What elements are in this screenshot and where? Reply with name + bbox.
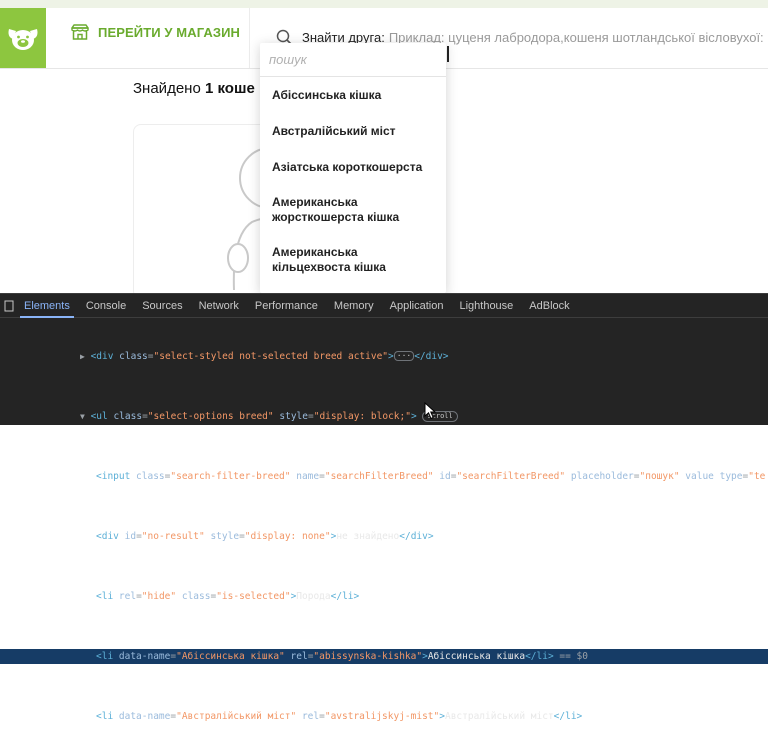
breed-option[interactable]: Австралійський міст xyxy=(260,113,446,149)
dock-icon[interactable] xyxy=(2,294,16,318)
devtools-panel: Elements Console Sources Network Perform… xyxy=(0,293,768,722)
store-icon xyxy=(71,24,89,40)
breed-option[interactable]: Американська жорсткошерста кішка xyxy=(260,185,446,235)
dom-tree: ▶ <div class="select-styled not-selected… xyxy=(0,318,768,754)
search-placeholder[interactable]: Приклад: цуценя лабродора,кошеня шотланд… xyxy=(389,30,764,45)
devtools-tabbar: Elements Console Sources Network Perform… xyxy=(0,294,768,318)
text-caret xyxy=(447,46,449,62)
dom-node[interactable]: <input class="search-filter-breed" name=… xyxy=(0,469,768,484)
tab-performance[interactable]: Performance xyxy=(247,294,326,318)
tab-adblock[interactable]: AdBlock xyxy=(521,294,577,318)
header-separator xyxy=(249,8,250,68)
breed-options: Абіссинська кішка Австралійський міст Аз… xyxy=(260,77,446,285)
results-count: Знайдено 1 коше xyxy=(133,80,255,97)
top-strip xyxy=(0,0,768,8)
site-logo[interactable] xyxy=(0,8,46,68)
breed-search-input[interactable] xyxy=(269,52,439,67)
results-count-value: 1 коше xyxy=(204,80,255,97)
breed-dropdown[interactable]: Абіссинська кішка Австралійський міст Аз… xyxy=(260,43,446,293)
dom-node[interactable]: ▼ <ul class="select-options breed" style… xyxy=(0,409,768,424)
dom-node[interactable]: <li data-name="Австралійський міст" rel=… xyxy=(0,709,768,724)
dom-node-selected[interactable]: <li data-name="Абіссинська кішка" rel="a… xyxy=(0,649,768,664)
tab-sources[interactable]: Sources xyxy=(134,294,190,318)
breed-option[interactable]: Абіссинська кішка xyxy=(260,77,446,113)
results-prefix: Знайдено xyxy=(133,80,201,97)
dom-node[interactable]: ▶ <div class="select-styled not-selected… xyxy=(0,349,768,364)
breed-search xyxy=(260,43,446,77)
tab-application[interactable]: Application xyxy=(382,294,452,318)
collapse-triangle-icon[interactable]: ▼ xyxy=(80,412,85,421)
pet-shop-page: ПЕРЕЙТИ У МАГАЗИН Знайти друга: Приклад:… xyxy=(0,0,768,293)
shop-link[interactable]: ПЕРЕЙТИ У МАГАЗИН xyxy=(70,24,240,40)
dog-face-logo-icon xyxy=(8,29,38,50)
tab-console[interactable]: Console xyxy=(78,294,134,318)
breed-option[interactable]: Азіатська короткошерста xyxy=(260,149,446,185)
shop-link-label: ПЕРЕЙТИ У МАГАЗИН xyxy=(98,24,241,40)
expand-triangle-icon[interactable]: ▶ xyxy=(80,352,85,361)
breed-option[interactable]: Американська кільцехвоста кішка xyxy=(260,235,446,285)
tab-elements[interactable]: Elements xyxy=(16,294,78,318)
mouse-cursor-icon xyxy=(424,402,436,420)
ellipsis-badge[interactable]: ··· xyxy=(393,351,415,361)
dom-node[interactable]: <div id="no-result" style="display: none… xyxy=(0,529,768,544)
tab-lighthouse[interactable]: Lighthouse xyxy=(451,294,521,318)
tab-network[interactable]: Network xyxy=(191,294,247,318)
dom-node[interactable]: <li rel="hide" class="is-selected">Пород… xyxy=(0,589,768,604)
tab-memory[interactable]: Memory xyxy=(326,294,382,318)
